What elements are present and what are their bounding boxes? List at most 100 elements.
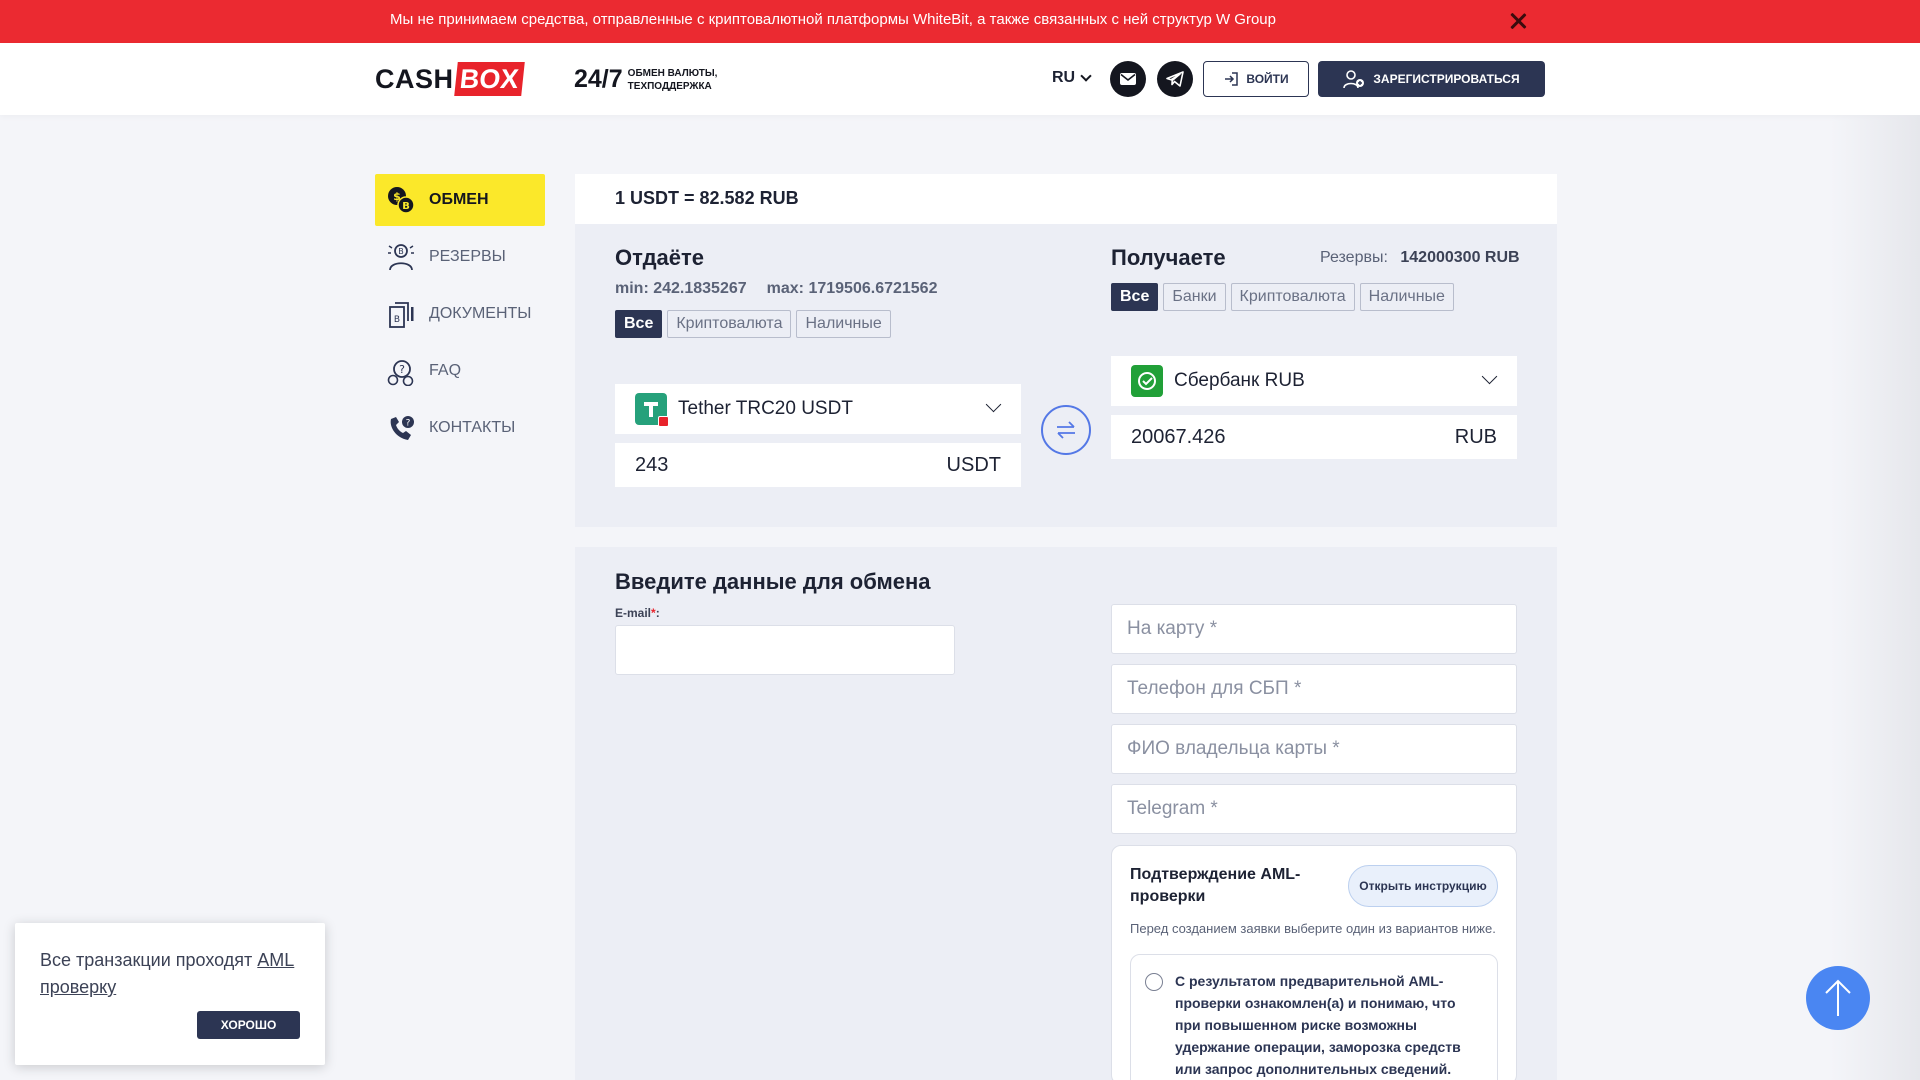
email-label: E-mail*: [615, 606, 660, 620]
sidebar-item-faq[interactable]: ? FAQ [375, 345, 545, 397]
email-label-text: E-mail [615, 606, 652, 620]
svg-text:B: B [398, 247, 404, 256]
add-user-icon [1343, 70, 1365, 89]
sidebar-item-label: ОБМЕН [429, 191, 489, 208]
card-owner-field[interactable] [1111, 724, 1517, 774]
right-fade [1830, 115, 1920, 1080]
close-icon[interactable] [1507, 10, 1529, 32]
give-amount-input[interactable] [635, 453, 875, 477]
chevron-down-icon [1481, 368, 1498, 385]
sidebar-item-reserves[interactable]: B РЕЗЕРВЫ [375, 231, 545, 283]
give-max: max: 1719506.6721562 [766, 280, 938, 297]
chevron-down-icon [1080, 69, 1092, 82]
reserves-info: Резервы: 142000300 RUB [1320, 249, 1520, 267]
language-code: RU [1052, 69, 1076, 86]
swap-button[interactable] [1041, 405, 1091, 455]
svg-text:?: ? [399, 363, 405, 376]
language-selector[interactable]: RU [1052, 69, 1092, 87]
give-amount-field[interactable]: USDT [615, 443, 1021, 487]
login-icon [1225, 72, 1239, 86]
aml-title: Подтверждение AML-проверки [1130, 866, 1301, 905]
aml-notice-message: Все транзакции проходят [40, 950, 253, 970]
chevron-down-icon [985, 396, 1002, 413]
get-filter-banks[interactable]: Банки [1163, 283, 1226, 311]
exchange-form: Введите данные для обмена E-mail*: Подтв… [575, 547, 1557, 1080]
register-button[interactable]: ЗАРЕГИСТРИРОВАТЬСЯ [1318, 61, 1545, 97]
tether-icon [635, 393, 669, 427]
get-filter-crypto[interactable]: Криптовалюта [1230, 283, 1355, 311]
faq-icon: ? [386, 356, 416, 386]
sidebar-item-contacts[interactable]: ? КОНТАКТЫ [375, 402, 545, 454]
sidebar-item-label: РЕЗЕРВЫ [429, 248, 506, 265]
get-title: Получаете [1111, 245, 1226, 270]
aml-hint: Перед созданием заявки выберите один из … [1130, 921, 1496, 936]
login-label: ВОЙТИ [1246, 72, 1289, 86]
login-button[interactable]: ВОЙТИ [1203, 61, 1309, 97]
get-currency-select[interactable]: Сбербанк RUB [1111, 356, 1517, 406]
ok-button[interactable]: ХОРОШО [197, 1011, 300, 1039]
give-limits: min: 242.1835267 max: 1719506.6721562 [615, 280, 937, 298]
aml-option-radio[interactable] [1145, 973, 1163, 991]
logo-cash: CASH [375, 63, 454, 94]
give-filter-cash[interactable]: Наличные [796, 310, 891, 338]
exchange-panel: Отдаёте min: 242.1835267 max: 1719506.67… [575, 224, 1557, 527]
support-info: 24/7 ОБМЕН ВАЛЮТЫ, ТЕХПОДДЕРЖКА [574, 65, 717, 94]
sidebar: $ B ОБМЕН B РЕЗЕРВЫ B ДОКУМЕНТЫ ? FAQ ? К… [375, 174, 545, 459]
telegram-icon[interactable] [1157, 61, 1193, 97]
header: CASH BOX 24/7 ОБМЕН ВАЛЮТЫ, ТЕХПОДДЕРЖКА… [0, 43, 1920, 115]
aml-notice-text: Все транзакции проходят AML проверку [40, 947, 310, 1001]
give-filters: Все Криптовалюта Наличные [615, 310, 891, 338]
support-caption: ОБМЕН ВАЛЮТЫ, ТЕХПОДДЕРЖКА [628, 67, 718, 93]
notice-text: Мы не принимаем средства, отправленные с… [390, 11, 1276, 28]
card-number-field[interactable] [1111, 604, 1517, 654]
get-amount-input[interactable] [1131, 425, 1371, 449]
give-filter-crypto[interactable]: Криптовалюта [667, 310, 792, 338]
sidebar-item-label: FAQ [429, 362, 462, 379]
give-filter-all[interactable]: Все [615, 310, 663, 338]
reserves-icon: B [386, 242, 416, 272]
reserves-value: 142000300 RUB [1400, 249, 1520, 266]
documents-icon: B [386, 299, 416, 329]
get-amount-field[interactable]: RUB [1111, 415, 1517, 459]
svg-text:B: B [402, 201, 410, 212]
logo-box: BOX [453, 62, 524, 96]
contacts-phone-icon: ? [386, 413, 416, 443]
register-label: ЗАРЕГИСТРИРОВАТЬСЯ [1373, 72, 1520, 86]
telegram-field[interactable] [1111, 784, 1517, 834]
aml-notice-popup: Все транзакции проходят AML проверку ХОР… [15, 923, 325, 1065]
give-currency-select[interactable]: Tether TRC20 USDT [615, 384, 1021, 434]
support-hours: 24/7 [574, 65, 623, 93]
svg-text:?: ? [406, 419, 411, 429]
email-label-colon: : [655, 606, 660, 620]
sbp-phone-field[interactable] [1111, 664, 1517, 714]
get-currency-name: Сбербанк RUB [1174, 370, 1305, 391]
exchange-coins-icon: $ B [386, 185, 416, 215]
get-filter-cash[interactable]: Наличные [1359, 283, 1454, 311]
open-instruction-button[interactable]: Открыть инструкцию [1348, 865, 1498, 907]
aml-option-text: С результатом предварительной AML-провер… [1175, 973, 1461, 1077]
email-field[interactable] [615, 625, 955, 675]
get-filters: Все Банки Криптовалюта Наличные [1111, 283, 1454, 311]
support-line-2: ТЕХПОДДЕРЖКА [627, 80, 712, 92]
scroll-to-top-button[interactable] [1806, 966, 1870, 1030]
sidebar-item-documents[interactable]: B ДОКУМЕНТЫ [375, 288, 545, 340]
email-icon[interactable] [1110, 61, 1146, 97]
sidebar-item-label: КОНТАКТЫ [429, 419, 516, 436]
sidebar-item-label: ДОКУМЕНТЫ [429, 305, 532, 322]
swap-icon [1057, 421, 1075, 439]
arrow-up-icon [1825, 979, 1851, 1016]
give-amount-unit: USDT [946, 453, 1001, 476]
sidebar-item-exchange[interactable]: $ B ОБМЕН [375, 174, 545, 226]
aml-confirmation: Подтверждение AML-проверки Открыть инстр… [1111, 845, 1517, 1080]
aml-option[interactable]: С результатом предварительной AML-провер… [1130, 954, 1498, 1080]
reserves-label: Резервы: [1320, 249, 1388, 266]
svg-text:B: B [394, 315, 400, 325]
sberbank-icon [1131, 365, 1163, 397]
exchange-rate: 1 USDT = 82.582 RUB [575, 174, 1557, 224]
give-currency-name: Tether TRC20 USDT [678, 398, 853, 419]
get-filter-all[interactable]: Все [1111, 283, 1159, 311]
logo[interactable]: CASH BOX [375, 61, 524, 97]
notice-bar: Мы не принимаем средства, отправленные с… [0, 0, 1920, 43]
give-title: Отдаёте [615, 245, 705, 270]
support-line-1: ОБМЕН ВАЛЮТЫ, [627, 67, 718, 79]
